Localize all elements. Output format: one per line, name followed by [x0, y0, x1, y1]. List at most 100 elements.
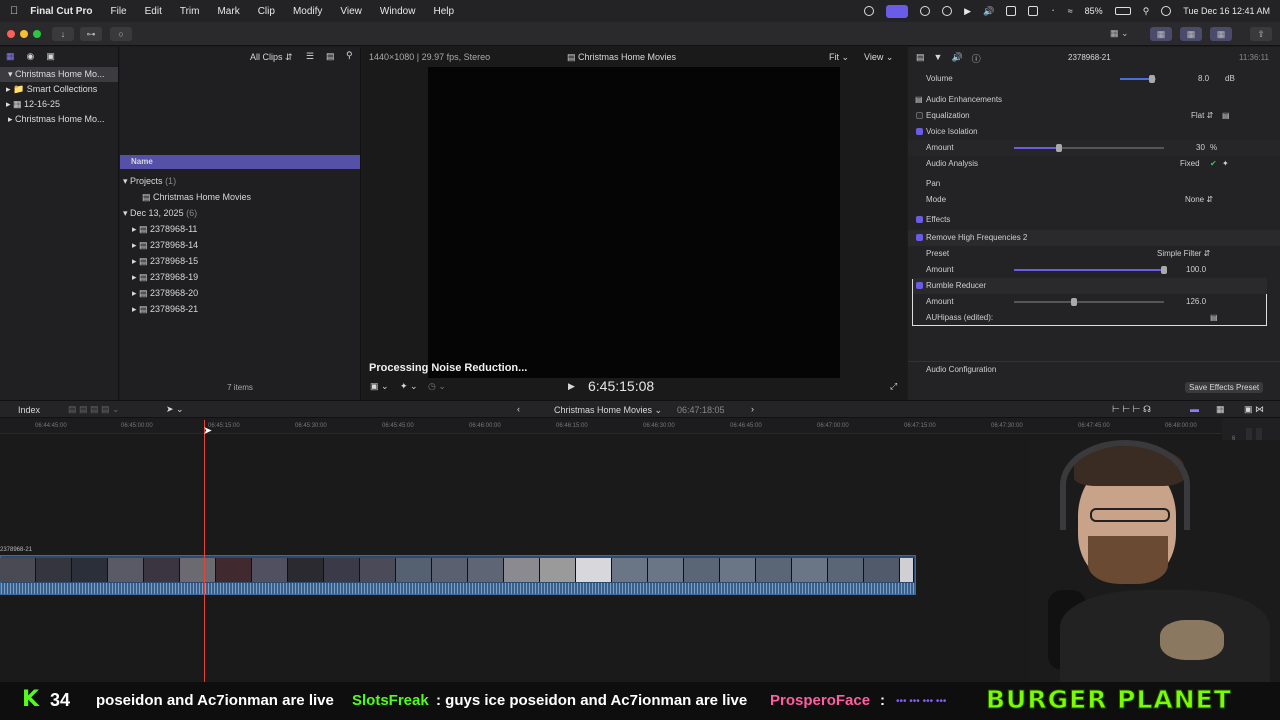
import-button[interactable]: ↓ — [52, 27, 74, 41]
share-button[interactable]: ⇧ — [1250, 27, 1272, 41]
workspace-menu[interactable]: ▦ ⌄ — [1110, 28, 1129, 39]
volume-icon[interactable]: 🔊 — [983, 6, 994, 17]
effects-checkbox[interactable] — [916, 216, 923, 223]
background-tasks-button[interactable]: ○ — [110, 27, 132, 41]
menu-view[interactable]: View — [340, 6, 362, 17]
menu-file[interactable]: File — [110, 6, 126, 17]
list-view-icon[interactable]: ☰ — [306, 51, 314, 62]
forward-arrow-icon[interactable]: › — [751, 404, 754, 414]
effect1-amount-slider[interactable] — [1014, 266, 1167, 274]
effect-checkbox[interactable] — [916, 282, 923, 289]
smart-collections-item[interactable]: ▸ 📁 Smart Collections — [0, 82, 118, 97]
pan-mode-popup[interactable]: None ⇵ — [1185, 192, 1213, 208]
info-inspector-icon[interactable]: ⓘ — [972, 52, 981, 65]
play-icon[interactable]: ▶ — [964, 6, 971, 17]
screen-share-icon[interactable] — [886, 4, 909, 18]
date-group[interactable]: ▾ Dec 13, 2025 (6) — [120, 205, 360, 221]
equalization-checkbox[interactable] — [916, 112, 923, 119]
save-effects-preset-button[interactable]: Save Effects Preset — [1185, 382, 1264, 393]
video-inspector-icon[interactable]: ▤ — [916, 52, 925, 65]
play-button[interactable]: ▶ — [568, 381, 575, 392]
color-inspector-icon[interactable]: ▼ — [934, 52, 943, 65]
status-icon[interactable] — [1028, 6, 1039, 16]
battery-icon[interactable] — [1114, 7, 1131, 15]
effect-row: Rumble Reducer — [913, 278, 1267, 294]
eq-popup[interactable]: Flat ⇵ — [1191, 108, 1213, 124]
filmstrip-icon[interactable]: ▤ — [326, 51, 335, 62]
effect2-amount-slider[interactable] — [1014, 298, 1164, 306]
bluetooth-icon[interactable]: ᛫ — [1050, 6, 1055, 16]
timeline-ruler[interactable]: 06:44:45:00 06:45:00:00 06:45:15:00 06:4… — [0, 418, 1222, 434]
clip-item[interactable]: ▸ ▤ 2378968-21 — [120, 301, 360, 317]
project-item[interactable]: ▤ Christmas Home Movies — [120, 189, 360, 205]
voice-isolation-checkbox[interactable] — [916, 128, 923, 135]
effect-checkbox[interactable] — [916, 234, 923, 241]
menu-modify[interactable]: Modify — [293, 6, 322, 17]
audio-inspector-icon[interactable]: 🔊 — [951, 52, 962, 65]
back-arrow-icon[interactable]: ‹ — [517, 404, 520, 414]
app-name[interactable]: Final Cut Pro — [30, 6, 92, 17]
vi-amount-slider[interactable] — [1014, 144, 1164, 152]
status-icon[interactable] — [864, 6, 875, 16]
keywords-button[interactable]: ⊶ — [80, 27, 102, 41]
view-menu[interactable]: View ⌄ — [864, 52, 893, 63]
menu-trim[interactable]: Trim — [180, 6, 200, 17]
menu-window[interactable]: Window — [380, 6, 416, 17]
search-icon[interactable]: ⚲ — [1143, 6, 1150, 17]
video-canvas[interactable] — [428, 67, 840, 378]
edit-buttons[interactable]: ▤ ▤ ▤ ▤ ⌄ — [68, 404, 120, 415]
inspector-toggle[interactable]: ▦ — [1210, 27, 1232, 41]
effect-editor-icon[interactable]: ▤ — [1210, 310, 1218, 326]
column-header-name[interactable]: Name — [120, 155, 360, 169]
eq-graph-icon[interactable]: ▤ — [1222, 108, 1230, 124]
fullscreen-icon[interactable]: ⤢ — [890, 381, 897, 392]
timeline-toggle[interactable]: ▦ — [1180, 27, 1202, 41]
search-icon[interactable]: ⚲ — [346, 50, 353, 61]
timeline-project-menu[interactable]: Christmas Home Movies ⌄ — [554, 405, 662, 416]
library-item[interactable]: ▸ Christmas Home Mo... — [0, 112, 118, 127]
status-icon[interactable] — [942, 6, 953, 16]
control-center-icon[interactable] — [1161, 6, 1172, 16]
audio-config-header[interactable]: Audio Configuration — [908, 361, 1280, 377]
window-icon[interactable]: ▣ ⋈ — [1244, 404, 1264, 415]
transform-tool-icon[interactable]: ▣ ⌄ — [370, 381, 389, 392]
menu-mark[interactable]: Mark — [217, 6, 239, 17]
index-button[interactable]: Index — [18, 405, 40, 415]
snapping-icon[interactable]: ▬ — [1190, 404, 1199, 414]
clip-filter[interactable]: All Clips ⇵ — [250, 52, 293, 63]
clip-appearance-icon[interactable]: ▦ — [1216, 404, 1225, 415]
preset-popup[interactable]: Simple Filter ⇵ — [1157, 246, 1210, 262]
titles-tab-icon[interactable]: ▣ — [46, 51, 55, 63]
photos-tab-icon[interactable]: ◉ — [27, 51, 35, 63]
clip-item[interactable]: ▸ ▤ 2378968-19 — [120, 269, 360, 285]
clip-item[interactable]: ▸ ▤ 2378968-20 — [120, 285, 360, 301]
status-icon[interactable] — [1006, 6, 1017, 16]
browser-toggle[interactable]: ▦ — [1150, 27, 1172, 41]
menu-edit[interactable]: Edit — [145, 6, 162, 17]
speed-tool-icon[interactable]: ◷ ⌄ — [428, 381, 446, 392]
audio-enhancements-header[interactable]: ▤ Audio Enhancements — [908, 92, 1280, 108]
timeline-tools[interactable]: ⊢ ⊢ ⊢ ☊ — [1112, 404, 1151, 415]
zoom-button[interactable] — [33, 30, 41, 38]
select-tool-icon[interactable]: ➤ ⌄ — [166, 404, 184, 415]
clock[interactable]: Tue Dec 16 12:41 AM — [1183, 6, 1270, 16]
clip-item[interactable]: ▸ ▤ 2378968-14 — [120, 237, 360, 253]
minimize-button[interactable] — [20, 30, 28, 38]
volume-slider[interactable] — [1120, 75, 1156, 83]
close-button[interactable] — [7, 30, 15, 38]
menu-help[interactable]: Help — [433, 6, 454, 17]
playhead[interactable] — [204, 420, 205, 682]
apple-icon[interactable]:  — [10, 5, 18, 17]
library-item[interactable]: ▾ Christmas Home Mo... — [0, 67, 118, 82]
magic-wand-icon[interactable]: ✦ — [1222, 156, 1229, 172]
menu-clip[interactable]: Clip — [258, 6, 275, 17]
projects-group[interactable]: ▾ Projects (1) — [120, 173, 360, 189]
clip-item[interactable]: ▸ ▤ 2378968-11 — [120, 221, 360, 237]
libraries-tab-icon[interactable]: ▦ — [6, 51, 15, 63]
clip-item[interactable]: ▸ ▤ 2378968-15 — [120, 253, 360, 269]
enhance-tool-icon[interactable]: ✦ ⌄ — [400, 381, 418, 392]
event-item[interactable]: ▸ ▦ 12-16-25 — [0, 97, 118, 112]
fit-menu[interactable]: Fit ⌄ — [829, 52, 849, 63]
wifi-icon[interactable]: ≈ — [1068, 6, 1073, 16]
status-icon[interactable] — [920, 6, 931, 16]
